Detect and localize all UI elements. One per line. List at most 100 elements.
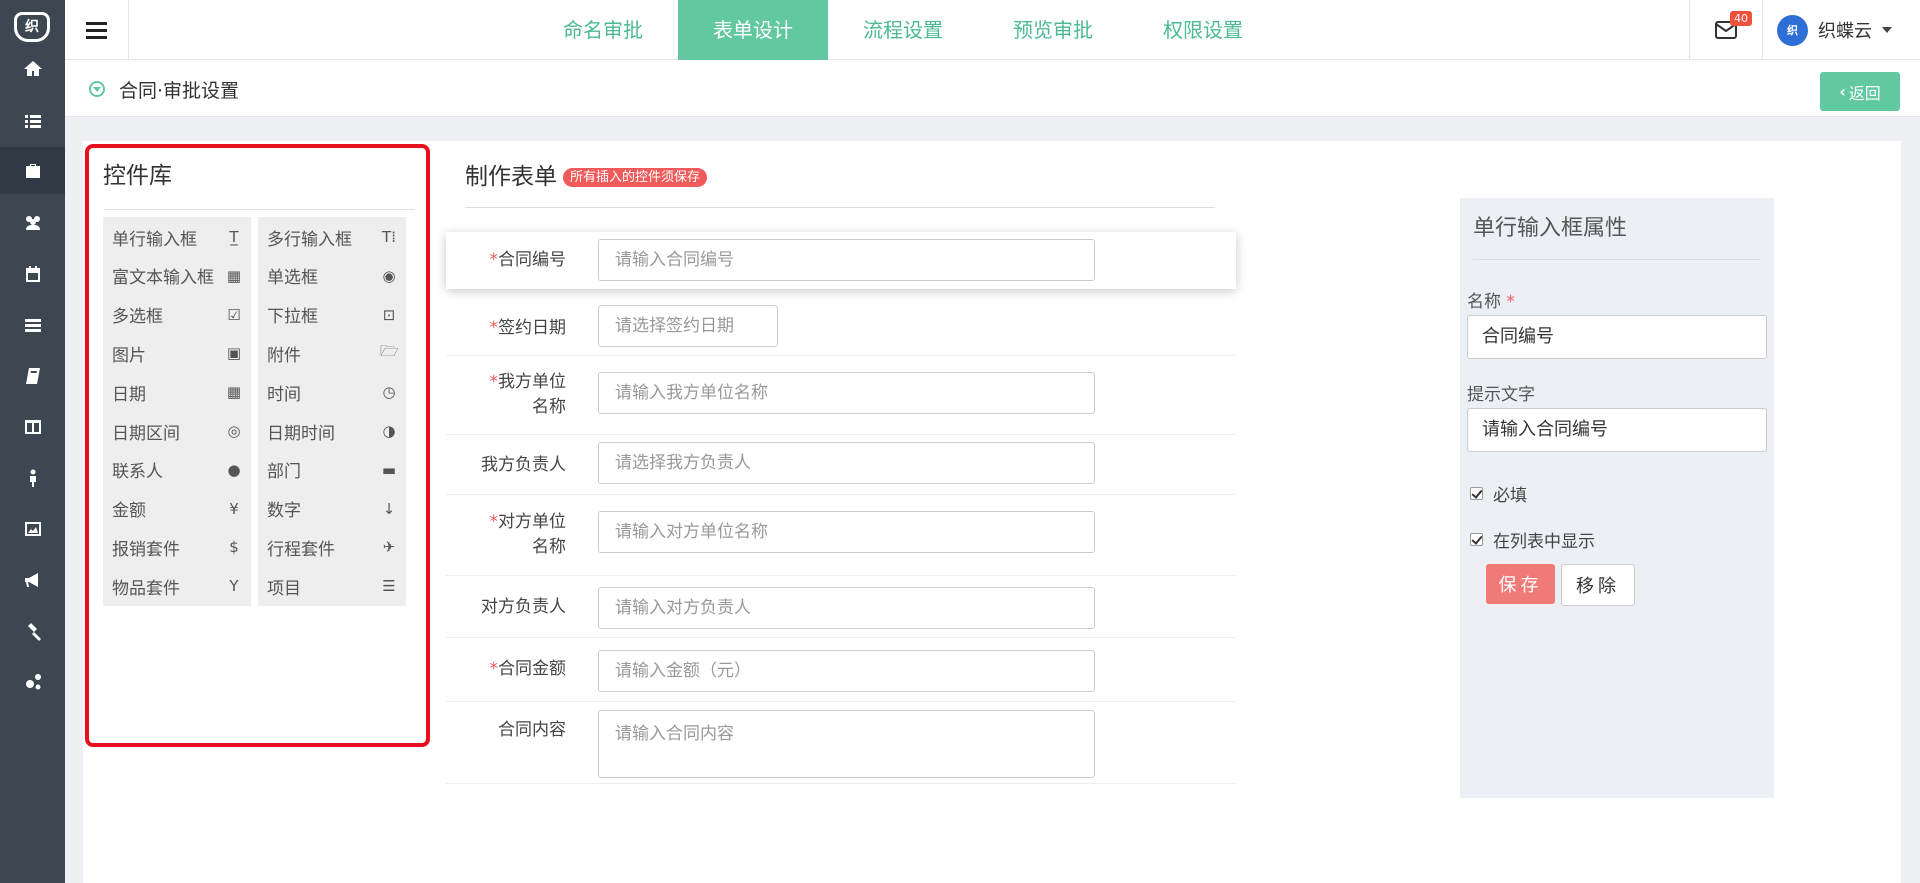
form-row-contract-no[interactable]: *合同编号 请输入合同编号 — [446, 232, 1236, 289]
calendar-icon[interactable] — [0, 250, 65, 297]
image-icon[interactable] — [0, 505, 65, 552]
control-library: 控件库 单行输入框 T̲ 多行输入框 T⁞ 富文本输入框 ▦ 单选框 ◉ 多选框 ☑ 下拉框 ⊡ 图片 ▣… — [85, 144, 430, 747]
control-single-line-input[interactable]: 单行输入框 T̲ — [103, 217, 251, 257]
save-button[interactable]: 保存 — [1486, 564, 1555, 604]
control-radio[interactable]: 单选框 ◉ — [258, 255, 406, 296]
control-travel-kit[interactable]: 行程套件 ✈ — [258, 527, 406, 568]
checkbox-checked-icon — [1470, 487, 1483, 500]
name-input[interactable]: 合同编号 — [1467, 315, 1767, 359]
control-image[interactable]: 图片 ▣ — [103, 333, 251, 374]
folder-icon: 🗁 — [380, 341, 399, 360]
required-label: 必填 — [1493, 486, 1527, 506]
person-icon[interactable] — [0, 454, 65, 501]
divider — [104, 209, 415, 210]
control-department[interactable]: 部门 ▬ — [258, 449, 406, 490]
control-label: 数字 — [267, 501, 301, 522]
control-goods-kit[interactable]: 物品套件 Y — [103, 566, 251, 607]
form-row-our-company[interactable]: *我方单位 名称 请输入我方单位名称 — [446, 356, 1236, 435]
columns-icon[interactable] — [0, 403, 65, 450]
control-label: 富文本输入框 — [112, 268, 214, 289]
hint-input[interactable]: 请输入合同编号 — [1467, 408, 1767, 452]
control-label: 时间 — [267, 384, 301, 405]
other-company-input[interactable]: 请输入对方单位名称 — [598, 511, 1095, 553]
tab-process-settings[interactable]: 流程设置 — [828, 0, 978, 60]
control-label: 单选框 — [267, 268, 318, 289]
control-rich-text-input[interactable]: 富文本输入框 ▦ — [103, 255, 251, 296]
form-row-content[interactable]: 合同内容 请输入合同内容 — [446, 702, 1236, 784]
other-manager-input[interactable]: 请输入对方负责人 — [598, 587, 1095, 629]
plane-icon: ✈ — [382, 538, 396, 557]
briefcase-icon[interactable] — [0, 147, 65, 194]
clock-icon: ◷ — [382, 383, 396, 402]
tab-form-design[interactable]: 表单设计 — [678, 0, 828, 60]
our-manager-input[interactable]: 请选择我方负责人 — [598, 442, 1095, 484]
control-project[interactable]: 项目 ☰ — [258, 566, 406, 607]
control-checkbox[interactable]: 多选框 ☑ — [103, 294, 251, 335]
hint-label: 提示文字 — [1467, 385, 1535, 405]
control-dropdown[interactable]: 下拉框 ⊡ — [258, 294, 406, 335]
control-time[interactable]: 时间 ◷ — [258, 372, 406, 413]
contract-no-input[interactable]: 请输入合同编号 — [598, 239, 1095, 281]
chevron-down-icon — [1882, 27, 1892, 33]
properties-panel: 单行输入框属性 名称 * 合同编号 提示文字 请输入合同编号 必填 在列表中显示… — [1460, 198, 1774, 798]
field-label: 合同金额 — [498, 659, 566, 679]
tab-preview-approval[interactable]: 预览审批 — [978, 0, 1128, 60]
control-attachment[interactable]: 附件 🗁 — [258, 333, 406, 374]
control-label: 图片 — [112, 345, 146, 366]
control-amount[interactable]: 金额 ¥ — [103, 488, 251, 529]
app-logo[interactable]: 织 — [14, 12, 50, 42]
amount-input[interactable]: 请输入金额（元） — [598, 650, 1095, 692]
field-label-cont: 名称 — [532, 397, 566, 417]
field-label: 对方负责人 — [481, 597, 566, 617]
form-title-text: 制作表单 — [465, 164, 557, 190]
home-icon[interactable] — [0, 45, 65, 92]
form-row-other-manager[interactable]: 对方负责人 请输入对方负责人 — [446, 576, 1236, 638]
control-label: 日期区间 — [112, 423, 180, 444]
briefcase-icon: ▬ — [381, 460, 397, 479]
list-icon[interactable] — [0, 97, 65, 144]
menu-toggle-icon[interactable] — [65, 0, 129, 60]
gavel-icon[interactable] — [0, 607, 65, 654]
control-date[interactable]: 日期 ▦ — [103, 372, 251, 413]
sort-numeric-icon: ↓ — [382, 499, 396, 518]
radio-icon: ◉ — [382, 266, 396, 285]
top-bar: 命名审批 表单设计 流程设置 预览审批 权限设置 40 织 织蝶云 — [65, 0, 1920, 60]
multiline-text-icon: T⁞ — [382, 228, 396, 246]
control-label: 项目 — [267, 578, 301, 599]
control-label: 部门 — [267, 462, 301, 483]
form-row-amount[interactable]: *合同金额 请输入金额（元） — [446, 638, 1236, 702]
check-square-icon: ☑ — [227, 305, 241, 324]
field-label-cont: 名称 — [532, 537, 566, 557]
control-number[interactable]: 数字 ↓ — [258, 488, 406, 529]
control-contact[interactable]: 联系人 ● — [103, 449, 251, 490]
main-panel: 控件库 单行输入框 T̲ 多行输入框 T⁞ 富文本输入框 ▦ 单选框 ◉ 多选框 ☑ 下拉框 ⊡ 图片 ▣… — [83, 141, 1901, 883]
users-icon[interactable] — [0, 199, 65, 246]
field-label: 对方单位 — [498, 512, 566, 532]
required-checkbox[interactable]: 必填 — [1470, 481, 1527, 506]
tab-permission-settings[interactable]: 权限设置 — [1128, 0, 1278, 60]
content-textarea[interactable]: 请输入合同内容 — [598, 710, 1095, 778]
page-title: 合同·审批设置 — [119, 80, 240, 102]
control-label: 物品套件 — [112, 578, 180, 599]
show-in-list-checkbox[interactable]: 在列表中显示 — [1470, 527, 1595, 552]
back-label: 返回 — [1848, 83, 1881, 103]
control-multi-line-input[interactable]: 多行输入框 T⁞ — [258, 217, 406, 257]
server-icon[interactable] — [0, 301, 65, 348]
our-company-input[interactable]: 请输入我方单位名称 — [598, 372, 1095, 414]
control-date-range[interactable]: 日期区间 ◎ — [103, 411, 251, 451]
form-row-our-manager[interactable]: 我方负责人 请选择我方负责人 — [446, 435, 1236, 495]
user-menu[interactable]: 织 织蝶云 — [1763, 0, 1920, 60]
control-expense-kit[interactable]: 报销套件 $ — [103, 527, 251, 568]
sign-date-input[interactable]: 请选择签约日期 — [598, 305, 778, 347]
field-label: 我方负责人 — [481, 455, 566, 475]
control-date-time[interactable]: 日期时间 ◑ — [258, 411, 406, 451]
form-row-sign-date[interactable]: *签约日期 请选择签约日期 — [446, 299, 1236, 356]
mail-button[interactable]: 40 — [1689, 0, 1763, 60]
book-icon[interactable] — [0, 352, 65, 399]
tab-naming-approval[interactable]: 命名审批 — [528, 0, 678, 60]
gears-icon[interactable] — [0, 658, 65, 705]
remove-button[interactable]: 移除 — [1561, 564, 1635, 606]
back-button[interactable]: ‹ 返回 — [1820, 72, 1900, 111]
form-row-other-company[interactable]: *对方单位 名称 请输入对方单位名称 — [446, 495, 1236, 576]
megaphone-icon[interactable] — [0, 556, 65, 603]
